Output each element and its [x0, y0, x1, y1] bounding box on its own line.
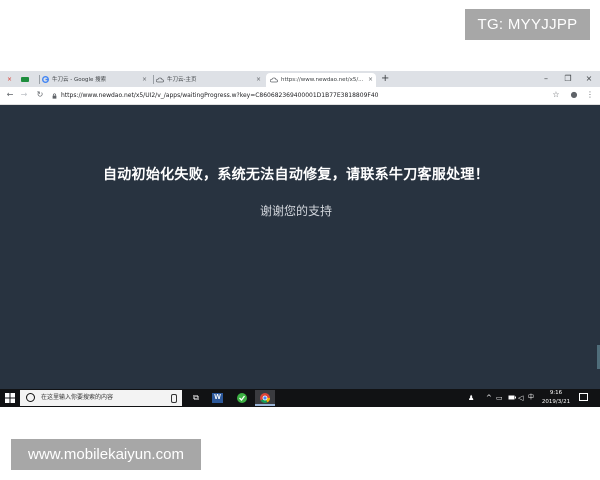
notification-icon[interactable]: [579, 393, 588, 401]
system-clock[interactable]: 9:16 2019/3/21: [536, 389, 576, 407]
close-icon[interactable]: ×: [7, 73, 12, 87]
word-icon: W: [212, 393, 223, 403]
taskbar-word[interactable]: W: [208, 390, 228, 406]
tab-pinned-1[interactable]: ×: [2, 73, 14, 87]
people-icon[interactable]: ♟: [468, 391, 474, 405]
forward-button[interactable]: →: [17, 88, 31, 102]
watermark-top: TG: MYYJJPP: [465, 9, 590, 40]
minimize-button[interactable]: –: [535, 72, 557, 86]
cloud-icon: [270, 77, 278, 82]
tab-label: https://www.newdao.net/x5/...: [281, 77, 364, 83]
tab-active-page[interactable]: https://www.newdao.net/x5/... ×: [266, 73, 376, 87]
window-close-button[interactable]: ×: [578, 72, 600, 86]
url-field[interactable]: https://www.newdao.net/x5/UI2/v_/apps/wa…: [52, 89, 560, 102]
address-toolbar: ← → ↻ https://www.newdao.net/x5/UI2/v_/a…: [0, 87, 600, 105]
cloud-icon: [156, 77, 164, 82]
taskbar-app-green[interactable]: [232, 390, 252, 406]
maximize-button[interactable]: ❐: [557, 72, 579, 86]
profile-icon[interactable]: ●: [567, 88, 581, 102]
chrome-icon: [260, 393, 270, 403]
menu-icon[interactable]: ⋮: [583, 88, 597, 102]
search-placeholder: 在这里输入你要搜索的内容: [41, 394, 114, 401]
tab-label: 牛刀云-主页: [167, 77, 197, 83]
watermark-bottom: www.mobilekaiyun.com: [11, 439, 201, 470]
close-icon[interactable]: ×: [256, 73, 261, 87]
reload-button[interactable]: ↻: [33, 88, 47, 102]
windows-start-icon[interactable]: [5, 393, 15, 403]
battery-icon[interactable]: [508, 391, 516, 405]
screenshot-region: × 牛刀云 - Google 搜索 × 牛刀云-主页 × https://www…: [0, 71, 600, 407]
back-button[interactable]: ←: [3, 88, 17, 102]
browser-tab-strip: × 牛刀云 - Google 搜索 × 牛刀云-主页 × https://www…: [0, 71, 600, 87]
bookmark-star-icon[interactable]: ☆: [549, 88, 563, 102]
tray-chevron-icon[interactable]: ^: [486, 391, 492, 405]
battery-shape: [508, 395, 516, 400]
task-view-icon[interactable]: ⧉: [186, 390, 206, 406]
clock-date: 2019/3/21: [541, 399, 571, 405]
extension-icon: [21, 77, 29, 82]
microphone-icon[interactable]: [171, 394, 177, 403]
clock-time: 9:16: [549, 390, 563, 396]
taskbar-chrome[interactable]: [255, 390, 275, 406]
error-message: 自动初始化失败，系统无法自动修复，请联系牛刀客服处理！: [102, 167, 490, 183]
volume-icon[interactable]: ◁: [518, 391, 523, 405]
thanks-message: 谢谢您的支持: [259, 204, 332, 218]
green-app-icon: [237, 393, 247, 403]
tab-separator: [39, 75, 40, 84]
url-text: https://www.newdao.net/x5/UI2/v_/apps/wa…: [61, 92, 379, 99]
new-tab-button[interactable]: +: [381, 72, 389, 86]
windows-taskbar: 在这里输入你要搜索的内容 ⧉ W ♟ ^ ▭ ◁ 中 9:16 2019/3/2…: [0, 389, 600, 407]
tab-pinned-2[interactable]: [17, 73, 35, 87]
tab-label: 牛刀云 - Google 搜索: [52, 77, 107, 83]
network-icon[interactable]: ▭: [496, 391, 503, 405]
tab-google-search[interactable]: 牛刀云 - Google 搜索 ×: [42, 73, 150, 87]
tab-separator: [153, 75, 154, 84]
taskbar-search-box[interactable]: 在这里输入你要搜索的内容: [20, 390, 182, 406]
close-icon[interactable]: ×: [368, 73, 373, 87]
cortana-icon: [26, 393, 35, 402]
close-icon[interactable]: ×: [142, 73, 147, 87]
page-content: 自动初始化失败，系统无法自动修复，请联系牛刀客服处理！ 谢谢您的支持: [0, 105, 600, 389]
tab-home[interactable]: 牛刀云-主页 ×: [156, 73, 264, 87]
ime-indicator[interactable]: 中: [528, 391, 534, 405]
google-g-icon: [42, 76, 49, 83]
lock-icon: [52, 92, 57, 99]
